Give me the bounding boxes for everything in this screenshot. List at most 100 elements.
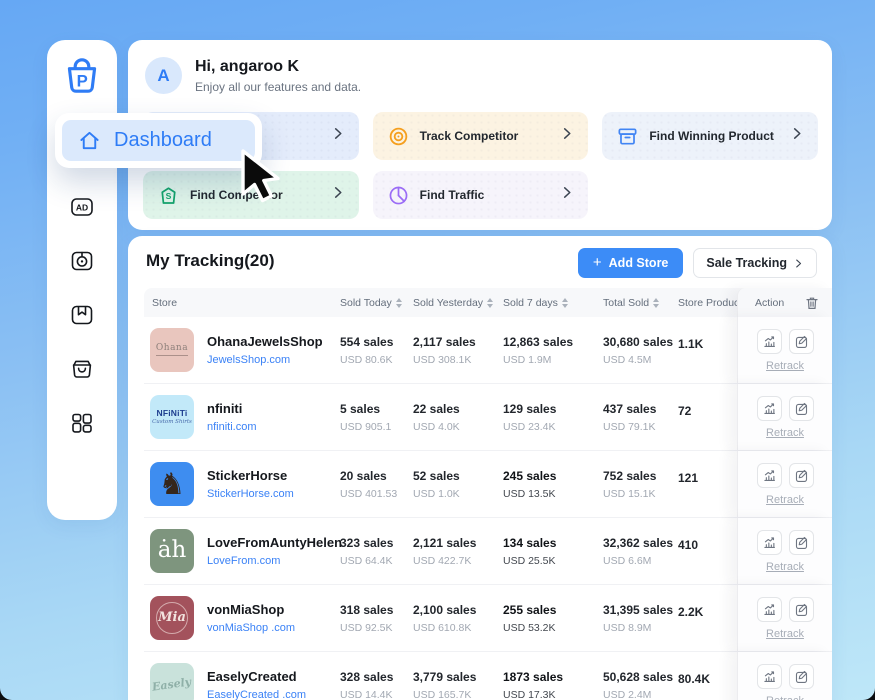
- feature-card-track-competitor[interactable]: Track Competitor: [373, 112, 589, 160]
- cell-store-products: 410: [678, 518, 737, 584]
- chevron-right-icon: [334, 127, 345, 145]
- cell-sold-today: 20 salesUSD 401.53: [340, 451, 413, 517]
- table-row: ♞ StickerHorse StickerHorse.com 20 sales…: [144, 451, 832, 518]
- retrack-link[interactable]: Retrack: [766, 494, 804, 506]
- retrack-link[interactable]: Retrack: [766, 427, 804, 439]
- cell-sold-7-days: 129 salesUSD 23.4K: [503, 384, 603, 450]
- store-domain-link[interactable]: JewelsShop.com: [207, 354, 323, 366]
- chart-icon: [763, 402, 776, 415]
- cell-action: Retrack: [737, 518, 832, 584]
- cell-total-sold: 32,362 salesUSD 6.6M: [603, 518, 678, 584]
- cell-sold-yesterday: 52 salesUSD 1.0K: [413, 451, 503, 517]
- cell-sold-yesterday: 22 salesUSD 4.0K: [413, 384, 503, 450]
- sort-icon: [653, 298, 659, 308]
- my-tracking-card: My Tracking(20) + Add Store Sale Trackin…: [128, 236, 832, 700]
- trash-icon[interactable]: [805, 296, 819, 310]
- col-store-products[interactable]: Store Products: [678, 297, 737, 309]
- svg-text:P: P: [77, 71, 88, 90]
- ad-tool-icon[interactable]: AD: [69, 194, 95, 220]
- edit-icon: [795, 469, 808, 482]
- retrack-link[interactable]: Retrack: [766, 561, 804, 573]
- store-domain-link[interactable]: vonMiaShop .com: [207, 622, 295, 634]
- edit-button[interactable]: [789, 597, 814, 622]
- retrack-link[interactable]: Retrack: [766, 695, 804, 700]
- store-name: EaselyCreated: [207, 669, 306, 685]
- cell-sold-yesterday: 2,121 salesUSD 422.7K: [413, 518, 503, 584]
- feature-card-label: Track Competitor: [420, 129, 519, 143]
- chevron-right-icon: [334, 186, 345, 204]
- store-domain-link[interactable]: LoveFrom.com: [207, 555, 342, 567]
- feature-card-label: Find Traffic: [420, 188, 485, 202]
- cell-store-products: 80.4K: [678, 652, 737, 700]
- sort-icon: [562, 298, 568, 308]
- cell-total-sold: 50,628 salesUSD 2.4M: [603, 652, 678, 700]
- pie-icon: [387, 184, 410, 207]
- dashboard-nav-item[interactable]: Dashboard: [62, 120, 255, 161]
- edit-button[interactable]: [789, 664, 814, 689]
- edit-button[interactable]: [789, 463, 814, 488]
- tracking-title: My Tracking(20): [146, 251, 275, 271]
- edit-button[interactable]: [789, 396, 814, 421]
- cell-action: Retrack: [737, 317, 832, 383]
- table-body: Ohana OhanaJewelsShop JewelsShop.com 554…: [144, 317, 832, 700]
- retrack-link[interactable]: Retrack: [766, 360, 804, 372]
- store-logo-text: ♞: [159, 468, 186, 501]
- store-cell: NFiNiTi Custom Shirts nfiniti nfiniti.co…: [144, 384, 340, 450]
- store-logo-text: Ohana: [156, 344, 188, 357]
- sort-icon: [487, 298, 493, 308]
- store-name: StickerHorse: [207, 468, 294, 484]
- chevron-right-icon: [563, 186, 574, 204]
- analytics-chart-button[interactable]: [757, 530, 782, 555]
- store-bag-icon[interactable]: [69, 356, 95, 382]
- product-target-icon[interactable]: [69, 248, 95, 274]
- sale-tracking-button[interactable]: Sale Tracking: [693, 248, 817, 278]
- store-name: vonMiaShop: [207, 602, 295, 618]
- svg-text:S: S: [166, 191, 172, 201]
- analytics-chart-button[interactable]: [757, 329, 782, 354]
- avatar[interactable]: A: [145, 57, 182, 94]
- tracking-table: Store Sold Today Sold Yesterday Sold 7 d…: [144, 288, 832, 700]
- app-logo-icon[interactable]: P: [60, 54, 104, 98]
- store-domain-link[interactable]: nfiniti.com: [207, 421, 257, 433]
- apps-grid-icon[interactable]: [69, 410, 95, 436]
- chart-icon: [763, 335, 776, 348]
- analytics-chart-button[interactable]: [757, 664, 782, 689]
- store-name: OhanaJewelsShop: [207, 334, 323, 350]
- retrack-link[interactable]: Retrack: [766, 628, 804, 640]
- add-store-button[interactable]: + Add Store: [578, 248, 684, 278]
- col-store[interactable]: Store: [144, 297, 340, 309]
- edit-button[interactable]: [789, 329, 814, 354]
- analytics-chart-button[interactable]: [757, 396, 782, 421]
- store-domain-link[interactable]: EaselyCreated .com: [207, 689, 306, 700]
- feature-card-find-traffic[interactable]: Find Traffic: [373, 171, 589, 219]
- col-sold-today[interactable]: Sold Today: [340, 297, 413, 309]
- dashboard-nav-label: Dashboard: [114, 129, 212, 152]
- chart-icon: [763, 670, 776, 683]
- cell-sold-7-days: 245 salesUSD 13.5K: [503, 451, 603, 517]
- col-action: Action: [737, 288, 832, 317]
- saved-bookmark-icon[interactable]: [69, 302, 95, 328]
- target-icon: [387, 125, 410, 148]
- store-cell: ♞ StickerHorse StickerHorse.com: [144, 451, 340, 517]
- store-name: nfiniti: [207, 401, 257, 417]
- store-domain-link[interactable]: StickerHorse.com: [207, 488, 294, 500]
- col-sold-yesterday[interactable]: Sold Yesterday: [413, 297, 503, 309]
- chevron-right-icon: [793, 127, 804, 145]
- feature-card-label: Find Competitor: [190, 188, 283, 202]
- store-name: LoveFromAuntyHelen: [207, 535, 342, 551]
- analytics-chart-button[interactable]: [757, 463, 782, 488]
- feature-card-empty-slot: [602, 171, 818, 219]
- analytics-chart-button[interactable]: [757, 597, 782, 622]
- store-logo: Ohana: [150, 328, 194, 372]
- feature-card-find-winning-product[interactable]: Find Winning Product: [602, 112, 818, 160]
- table-row: NFiNiTi Custom Shirts nfiniti nfiniti.co…: [144, 384, 832, 451]
- feature-card-find-competitor[interactable]: S Find Competitor: [143, 171, 359, 219]
- col-total-sold[interactable]: Total Sold: [603, 297, 678, 309]
- plus-icon: +: [593, 254, 602, 271]
- cell-sold-yesterday: 3,779 salesUSD 165.7K: [413, 652, 503, 700]
- col-sold-7-days[interactable]: Sold 7 days: [503, 297, 603, 309]
- greeting-title: Hi, angaroo K: [195, 58, 299, 76]
- svg-text:AD: AD: [76, 203, 88, 213]
- store-logo-text: Mia: [156, 602, 188, 634]
- edit-button[interactable]: [789, 530, 814, 555]
